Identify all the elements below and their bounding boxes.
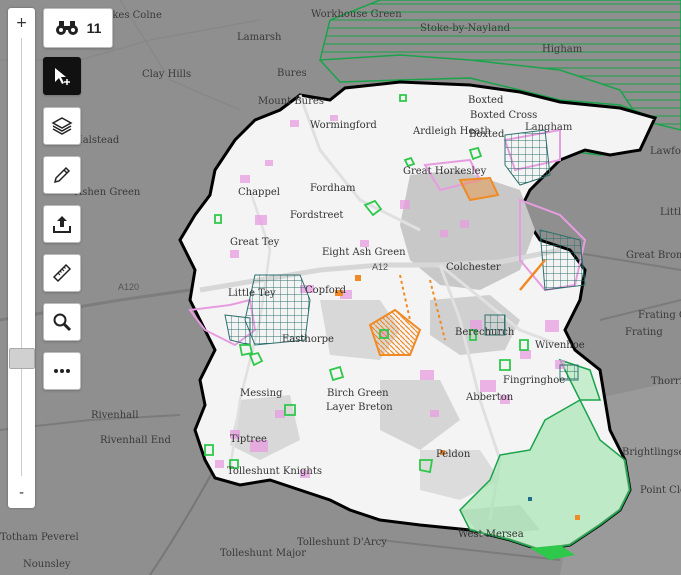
place-label: Fingringhoe	[503, 375, 565, 386]
place-label: Thorrington	[651, 376, 681, 387]
place-label: Frating Green	[638, 310, 681, 321]
place-label: Langham	[525, 122, 573, 133]
place-label: Totham Peverel	[0, 532, 79, 543]
road-label: A120	[118, 282, 139, 292]
place-label: Boxted	[468, 95, 504, 106]
place-label: Chappel	[238, 187, 280, 198]
place-label: Great Tey	[230, 237, 280, 248]
select-cursor-icon	[55, 68, 70, 85]
zoom-out-button[interactable]: -	[8, 480, 35, 506]
search-icon	[53, 313, 72, 332]
place-label: Frating	[625, 327, 663, 338]
place-label: Tolleshunt D'Arcy	[297, 537, 387, 548]
place-label: Rivenhall	[91, 410, 139, 421]
pencil-icon	[53, 166, 71, 184]
draw-button[interactable]	[43, 156, 81, 194]
place-label: Messing	[240, 388, 283, 399]
binoculars-icon	[55, 21, 78, 35]
place-label: Tolleshunt Major	[220, 548, 306, 559]
place-label: Nounsley	[23, 559, 71, 570]
more-icon	[54, 369, 70, 373]
place-label: Wormingford	[310, 120, 377, 131]
place-label: Brightlingsea	[622, 447, 681, 458]
place-label: Point Clear	[640, 485, 681, 496]
place-label: Little Tey	[228, 288, 276, 299]
place-label: Tiptree	[230, 434, 267, 445]
map-canvas[interactable]: Wakes Colne Lamarsh Clay Hills Bures Mou…	[0, 0, 681, 575]
place-label: Colchester	[446, 262, 501, 273]
place-label: Layer Breton	[326, 402, 393, 413]
select-tool-button[interactable]	[43, 57, 81, 95]
search-button[interactable]	[43, 303, 81, 341]
layers-icon	[51, 117, 73, 135]
place-label: Ashen Green	[74, 187, 141, 198]
place-label: Copford	[305, 285, 347, 296]
place-label: Rivenhall End	[100, 435, 171, 446]
place-label: Tolleshunt Knights	[227, 466, 322, 477]
upload-icon	[53, 216, 71, 233]
zoom-slider-track[interactable]	[21, 38, 22, 476]
place-label: Mount Bures	[258, 96, 324, 107]
place-label: Fordstreet	[290, 210, 343, 221]
place-label: Berechurch	[455, 327, 515, 338]
ruler-icon	[52, 263, 72, 283]
place-label: Lawford	[650, 146, 681, 157]
feature-count: 11	[86, 20, 102, 36]
zoom-control: + -	[8, 8, 35, 508]
place-label: Wivenhoe	[535, 340, 585, 351]
place-label: Fordham	[310, 183, 356, 194]
place-label: Abberton	[465, 392, 514, 403]
place-label: Boxted Cross	[470, 110, 537, 121]
place-label: Clay Hills	[142, 69, 191, 80]
layers-button[interactable]	[43, 107, 81, 145]
measure-button[interactable]	[43, 254, 81, 292]
visible-features-button[interactable]: 11	[43, 8, 113, 48]
zoom-slider-handle[interactable]	[9, 348, 35, 369]
upload-button[interactable]	[43, 205, 81, 243]
place-label: Bures	[277, 68, 307, 79]
more-options-button[interactable]	[43, 352, 81, 390]
place-label: Great Bromley	[626, 250, 681, 261]
place-label: Great Horkesley	[403, 166, 487, 177]
road-label: A12	[372, 262, 388, 272]
place-label: Workhouse Green	[311, 9, 402, 20]
place-label: Higham	[542, 44, 583, 55]
place-label: West Mersea	[458, 529, 524, 540]
place-label: Lamarsh	[237, 32, 282, 43]
place-label: Little Bromley	[660, 207, 681, 218]
place-label: Birch Green	[327, 388, 389, 399]
zoom-in-button[interactable]: +	[8, 10, 35, 36]
place-label: Peldon	[436, 449, 471, 460]
place-label: Stoke-by-Nayland	[420, 23, 511, 34]
place-label: Boxted	[469, 129, 505, 140]
place-label: Easthorpe	[282, 334, 334, 345]
place-label: Eight Ash Green	[322, 247, 406, 258]
